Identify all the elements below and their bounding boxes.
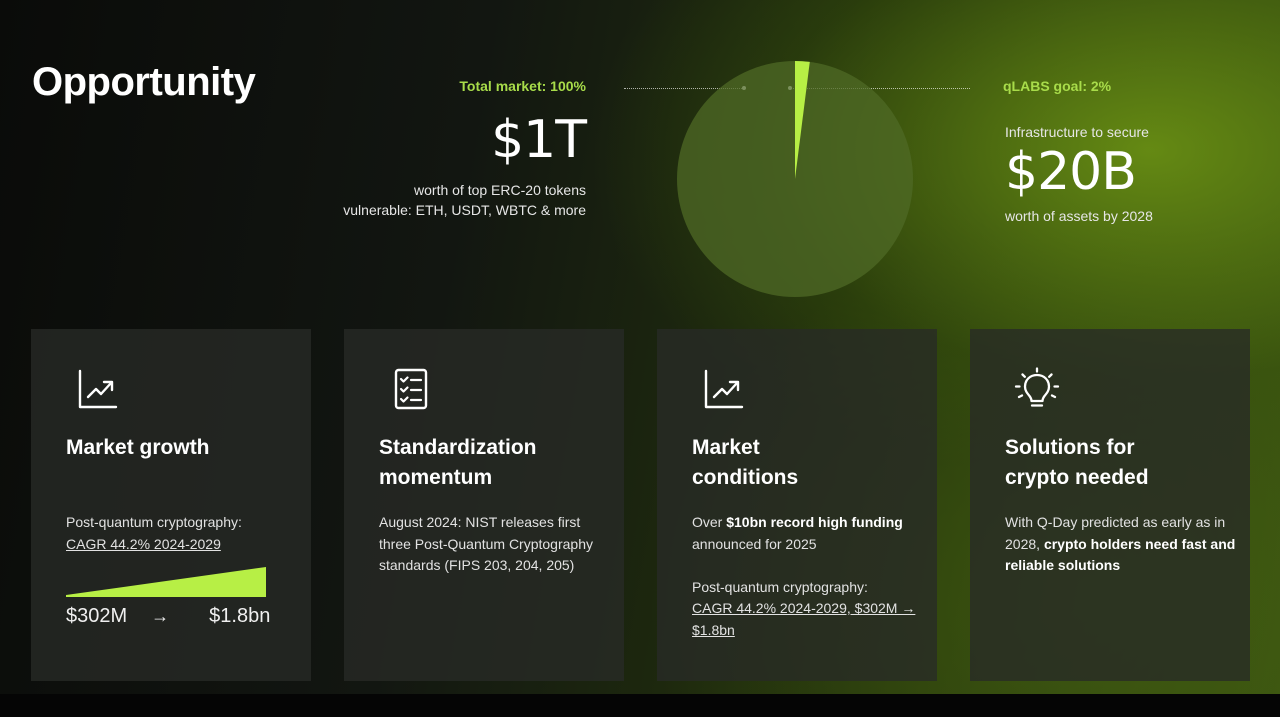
cagr-link[interactable]: CAGR 44.2% 2024-2029 — [66, 534, 301, 556]
trend-chart-icon — [704, 369, 744, 409]
pqc-line: Post-quantum cryptography: — [692, 578, 868, 595]
page-title: Opportunity — [32, 60, 256, 104]
goal-stat: qLABS goal: 2% Infrastructure to secure … — [1003, 78, 1265, 226]
total-market-label: Total market: 100% — [459, 78, 586, 94]
goal-subtitle: Infrastructure to secure — [1005, 124, 1149, 140]
goal-value: $20B — [1005, 142, 1137, 202]
funding-text: Over $10bn record high funding announced… — [692, 512, 927, 555]
card-title-line1: Solutions for — [1005, 436, 1135, 459]
card-title-line2: momentum — [379, 466, 493, 489]
bottom-bar — [0, 694, 1280, 717]
card-market-growth: Market growth Post-quantum cryptography:… — [31, 329, 311, 681]
trend-chart-icon — [78, 369, 118, 409]
funding-highlight: $10bn record high funding — [726, 514, 903, 530]
card-body: Post-quantum cryptography: CAGR 44.2% 20… — [66, 512, 301, 555]
total-market-desc: worth of top ERC-20 tokens vulnerable: E… — [266, 180, 586, 220]
card-title: Standardization momentum — [379, 433, 609, 493]
growth-values: $302M → $1.8bn — [66, 605, 276, 628]
card-title-line2: conditions — [692, 466, 799, 489]
cagr-link[interactable]: CAGR 44.2% 2024-2029, $302M → $1.8bn — [692, 598, 927, 641]
total-market-value: $1T — [491, 110, 587, 170]
card-standardization: Standardization momentum August 2024: NI… — [344, 329, 624, 681]
total-market-stat: Total market: 100% $1T worth of top ERC-… — [266, 78, 587, 220]
card-title: Market conditions — [692, 433, 922, 493]
checklist-icon — [394, 368, 428, 410]
card-market-conditions: Market conditions Over $10bn record high… — [657, 329, 937, 681]
card-title-line1: Standardization — [379, 436, 537, 459]
card-title-line1: Market — [692, 436, 760, 459]
funding-prefix: Over — [692, 514, 727, 530]
total-market-desc-line1: worth of top ERC-20 tokens — [414, 182, 586, 198]
growth-from-value: $302M — [66, 605, 128, 627]
card-body-line: Post-quantum cryptography: — [66, 514, 242, 530]
card-solutions: Solutions for crypto needed With Q-Day p… — [970, 329, 1250, 681]
funding-suffix: announced for 2025 — [692, 535, 817, 552]
card-body: August 2024: NIST releases first three P… — [379, 514, 593, 573]
card-body: Over $10bn record high funding announced… — [692, 512, 927, 641]
card-title: Solutions for crypto needed — [1005, 433, 1235, 493]
lightbulb-icon — [1014, 367, 1060, 407]
goal-desc: worth of assets by 2028 — [1005, 208, 1153, 224]
total-market-desc-line2: vulnerable: ETH, USDT, WBTC & more — [343, 202, 586, 218]
card-title: Market growth — [66, 436, 210, 459]
card-body: With Q-Day predicted as early as in 2028… — [1005, 512, 1240, 577]
arrow-right-icon: → — [151, 606, 170, 626]
card-title-line2: crypto needed — [1005, 466, 1149, 489]
growth-wedge — [66, 567, 266, 597]
goal-label: qLABS goal: 2% — [1003, 78, 1112, 94]
growth-to-value: $1.8bn — [209, 605, 271, 627]
market-share-pie — [677, 61, 913, 297]
